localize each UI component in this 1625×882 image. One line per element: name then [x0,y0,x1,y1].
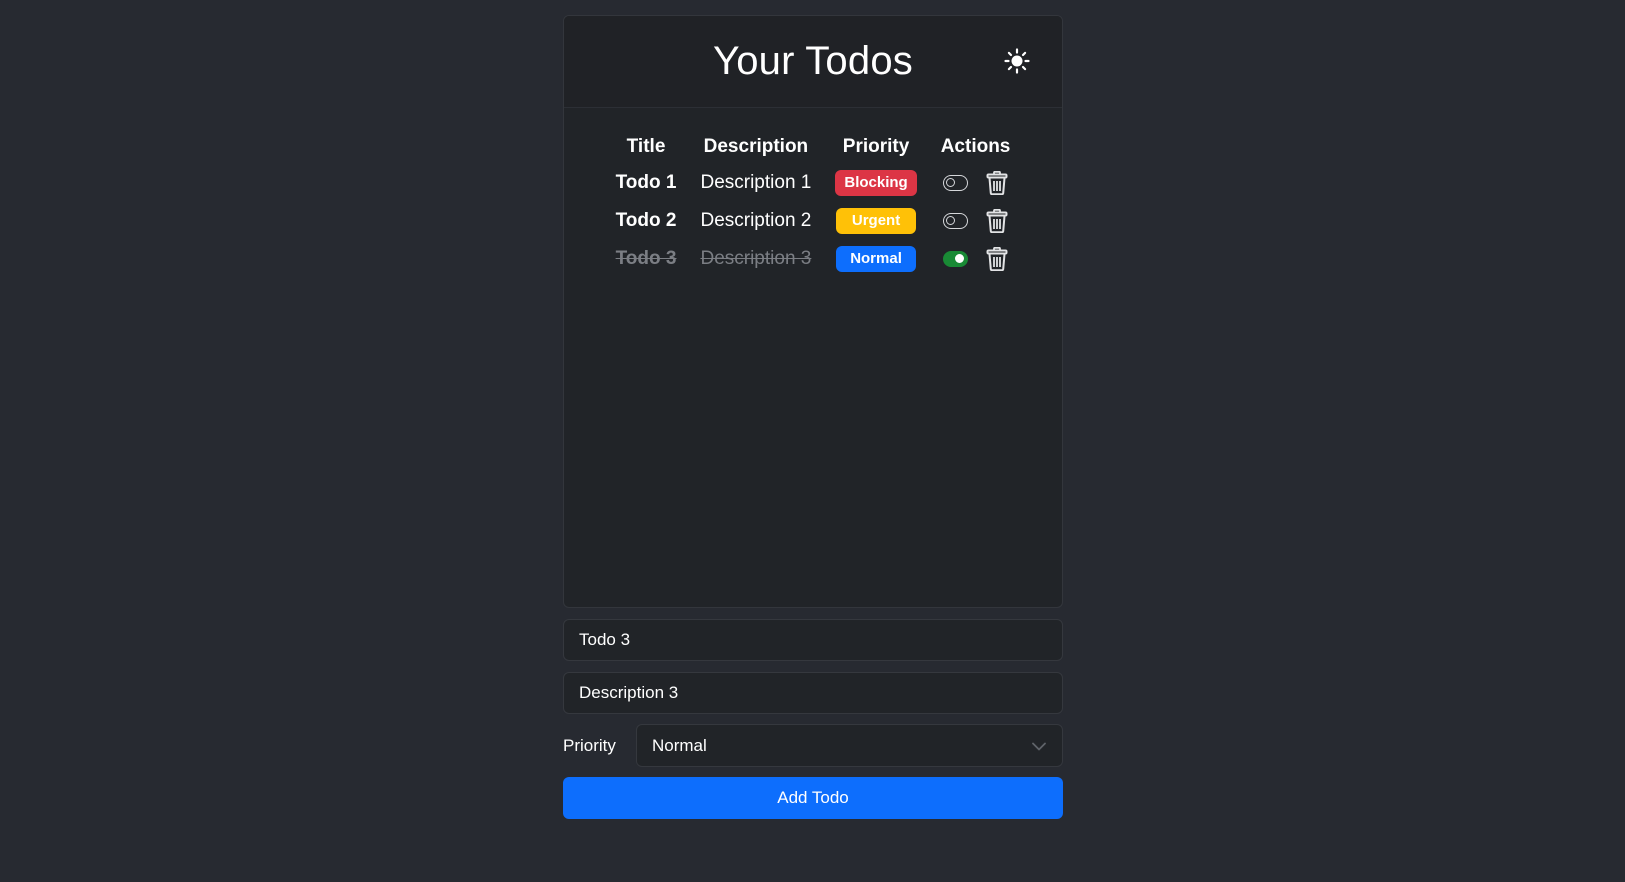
page-title: Your Todos [713,39,913,83]
priority-badge: Normal [836,246,917,272]
todo-title: Todo 1 [615,172,677,193]
priority-badge: Urgent [836,208,917,234]
title-input[interactable]: Todo 3 [563,619,1063,661]
table-header-row: Title Description Priority Actions [604,130,1023,164]
complete-toggle[interactable] [943,213,969,229]
complete-toggle[interactable] [943,251,969,267]
complete-toggle[interactable] [943,175,969,191]
add-todo-button-label: Add Todo [777,788,849,807]
description-input-value: Description 3 [579,683,679,702]
sun-icon[interactable] [1002,46,1032,76]
column-header-priority: Priority [842,136,910,157]
todo-description: Description 3 [700,248,812,269]
row-actions [941,208,1011,234]
chevron-down-icon [1032,736,1046,756]
trash-icon[interactable] [986,170,1008,196]
card-header: Your Todos [564,16,1062,108]
toggle-knob [946,216,956,225]
todo-description: Description 2 [700,210,812,231]
toggle-knob [955,254,965,263]
description-input[interactable]: Description 3 [563,672,1063,714]
todo-title: Todo 3 [615,248,677,269]
todo-title: Todo 2 [615,210,677,231]
column-header-title: Title [626,136,666,157]
row-actions [941,170,1011,196]
todo-app: Your Todos Title Description Priority Ac… [563,15,1063,819]
priority-label: Priority [563,735,616,755]
todo-table: Title Description Priority Actions Todo … [604,130,1023,278]
column-header-actions: Actions [940,136,1011,157]
table-row: Todo 2 Description 2 Urgent [604,202,1023,240]
todo-description: Description 1 [700,172,812,193]
toggle-knob [946,178,956,187]
priority-select-value: Normal [652,735,707,755]
priority-badge: Blocking [835,170,917,196]
add-todo-button[interactable]: Add Todo [563,777,1063,819]
priority-select[interactable]: Normal [636,724,1063,767]
trash-icon[interactable] [986,208,1008,234]
column-header-description: Description [703,136,809,157]
priority-row: Priority Normal [563,724,1063,767]
title-input-value: Todo 3 [579,630,631,649]
row-actions [941,246,1011,272]
todo-card: Your Todos Title Description Priority Ac… [563,15,1063,608]
table-row: Todo 3 Description 3 Normal [604,240,1023,278]
table-row: Todo 1 Description 1 Blocking [604,164,1023,202]
trash-icon[interactable] [986,246,1008,272]
